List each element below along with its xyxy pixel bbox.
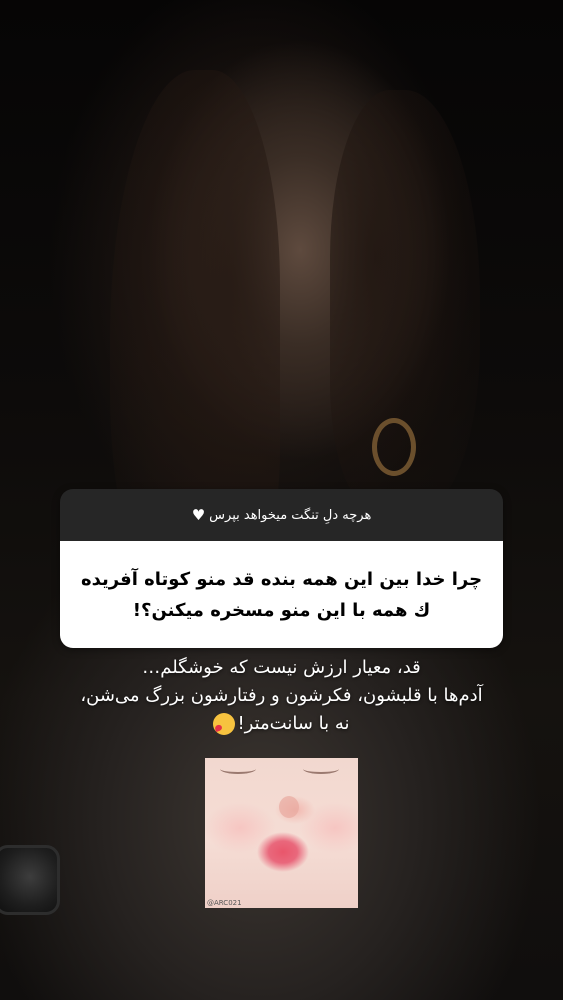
answer-line-3-wrap: نه با سانت‌متر! bbox=[30, 710, 533, 738]
baby-nose bbox=[279, 796, 299, 818]
earring bbox=[372, 418, 416, 476]
kiss-emoji-icon bbox=[213, 713, 236, 735]
question-line-2: ك همه با این منو مسخره میکنن؟! bbox=[132, 599, 431, 621]
baby-kiss-image: @ARC021 bbox=[205, 758, 358, 908]
question-line-1: چرا خدا بین این همه بنده قد منو کوتاه آف… bbox=[80, 568, 483, 590]
answer-text: قد، معیار ارزش نیست که خوشگلم… آدم‌ها با… bbox=[30, 654, 533, 738]
baby-eye-left bbox=[220, 764, 256, 774]
baby-eye-right bbox=[303, 764, 339, 774]
question-sticker-body: چرا خدا بین این همه بنده قد منو کوتاه آف… bbox=[60, 541, 503, 648]
question-sticker-header: هرچه دلِ تنگت میخواهد بپرس ♥ bbox=[60, 489, 503, 541]
question-sticker[interactable]: هرچه دلِ تنگت میخواهد بپرس ♥ چرا خدا بین… bbox=[60, 489, 503, 648]
question-prompt: هرچه دلِ تنگت میخواهد بپرس bbox=[209, 507, 372, 523]
wristwatch bbox=[0, 845, 60, 915]
answer-line-3: نه با سانت‌متر! bbox=[237, 713, 350, 734]
answer-line-2: آدم‌ها با قلبشون، فکرشون و رفتارشون بزرگ… bbox=[80, 685, 483, 706]
image-watermark: @ARC021 bbox=[207, 899, 242, 907]
question-text: چرا خدا بین این همه بنده قد منو کوتاه آف… bbox=[81, 564, 482, 626]
white-heart-icon: ♥ bbox=[191, 506, 206, 524]
answer-line-1: قد، معیار ارزش نیست که خوشگلم… bbox=[142, 657, 421, 678]
